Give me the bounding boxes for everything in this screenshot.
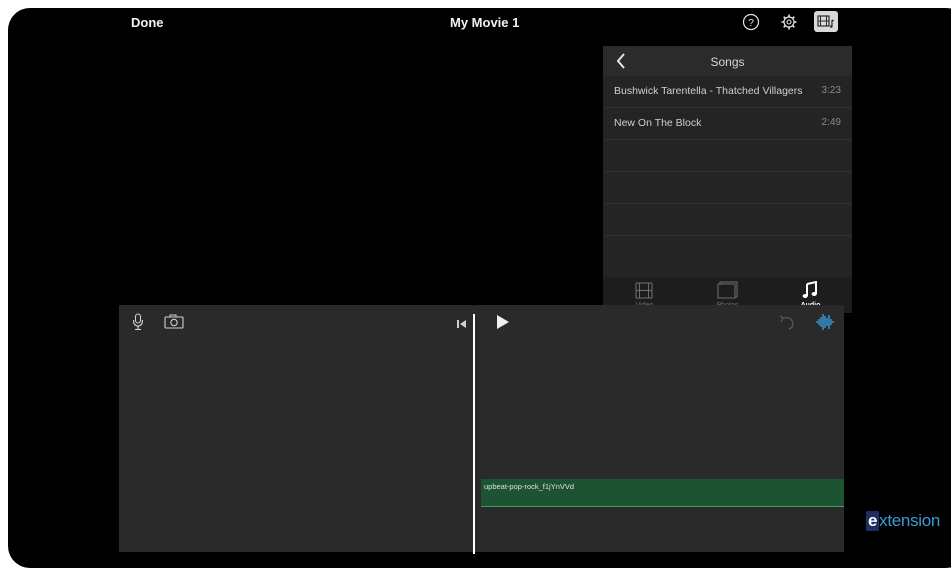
music-note-icon — [802, 280, 818, 304]
song-title: New On The Block — [614, 117, 702, 129]
project-title: My Movie 1 — [450, 15, 520, 30]
audio-clip-label: upbeat-pop-rock_f1jYnVVd — [484, 482, 575, 491]
done-button[interactable]: Done — [131, 15, 164, 30]
empty-row — [603, 172, 852, 204]
film-music-icon[interactable] — [814, 11, 838, 32]
empty-row — [603, 140, 852, 172]
svg-text:?: ? — [748, 18, 754, 29]
undo-icon[interactable] — [778, 314, 796, 335]
microphone-icon[interactable] — [132, 313, 144, 336]
playhead[interactable] — [473, 314, 475, 554]
playhead-notch — [465, 296, 483, 306]
gear-icon[interactable] — [780, 13, 798, 31]
logo-text: xtension — [879, 511, 941, 530]
timeline[interactable]: upbeat-pop-rock_f1jYnVVd — [119, 305, 844, 552]
audio-waveform-icon[interactable] — [815, 313, 835, 336]
logo-letter: e — [866, 511, 880, 531]
audio-clip[interactable]: upbeat-pop-rock_f1jYnVVd — [481, 479, 844, 507]
song-title: Bushwick Tarentella - Thatched Villagers — [614, 85, 803, 97]
song-duration: 2:49 — [821, 117, 841, 128]
skip-to-start-icon[interactable] — [456, 316, 467, 334]
song-duration: 3:23 — [821, 85, 841, 96]
question-circle-icon[interactable]: ? — [742, 13, 760, 31]
song-row[interactable]: New On The Block 2:49 — [603, 108, 852, 140]
extension-logo: e xtension — [866, 511, 940, 531]
empty-row — [603, 236, 852, 267]
songs-panel: Songs Bushwick Tarentella - Thatched Vil… — [603, 46, 852, 313]
song-row[interactable]: Bushwick Tarentella - Thatched Villagers… — [603, 76, 852, 108]
empty-row — [603, 204, 852, 236]
photo-icon — [717, 281, 738, 304]
songs-header: Songs — [603, 46, 852, 76]
songs-title: Songs — [710, 55, 745, 69]
camera-icon[interactable] — [164, 314, 184, 334]
film-icon — [635, 282, 653, 304]
play-icon[interactable] — [496, 314, 510, 335]
